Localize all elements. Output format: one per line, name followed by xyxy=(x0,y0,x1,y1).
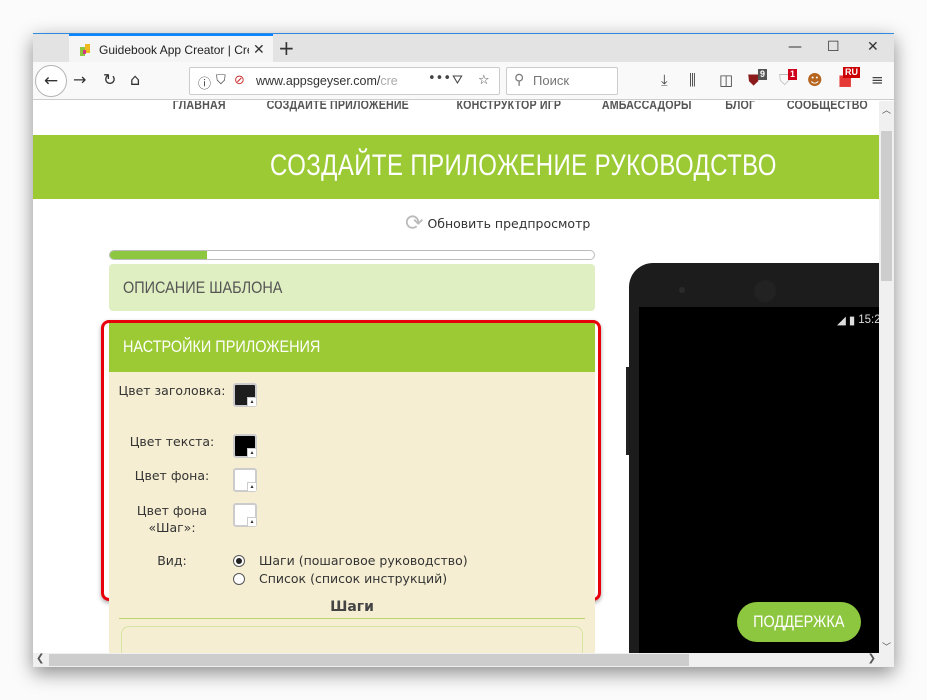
support-label: ПОДДЕРЖКА xyxy=(753,612,845,631)
view-option-list[interactable]: Список (список инструкций) xyxy=(233,571,447,586)
steps-box[interactable] xyxy=(121,626,583,655)
battery-icon: ▮ xyxy=(848,315,856,327)
url-text[interactable]: www.appsgeyser.com/cre xyxy=(256,74,398,88)
site-nav: ГЛАВНАЯ СОЗДАЙТЕ ПРИЛОЖЕНИЕ КОНСТРУКТОР … xyxy=(33,101,879,115)
info-icon[interactable]: ⓘ xyxy=(198,73,211,92)
browser-tab[interactable]: Guidebook App Creator | Creat ✕ xyxy=(69,34,273,63)
steps-title: Шаги xyxy=(330,599,374,615)
reload-button[interactable]: ↻ xyxy=(103,70,116,89)
sidebar-icon[interactable]: ◫ xyxy=(719,71,733,89)
scroll-up-icon[interactable]: ︿ xyxy=(882,103,891,116)
shield-badge: 1 xyxy=(788,69,798,80)
refresh-preview-button[interactable]: ⟳ Обновить предпросмотр xyxy=(405,211,590,236)
text-color-label: Цвет текста: xyxy=(129,434,215,449)
page-actions-icon[interactable]: ••• xyxy=(428,71,451,86)
search-icon: ⚲ xyxy=(514,72,525,88)
navigation-toolbar: ← → ↻ ⌂ ⓘ ⛉ ⊘ www.appsgeyser.com/cre •••… xyxy=(33,62,894,100)
close-tab-icon[interactable]: ✕ xyxy=(253,42,265,58)
search-bar[interactable]: ⚲ xyxy=(506,67,618,95)
app-settings-panel: НАСТРОЙКИ ПРИЛОЖЕНИЯ Цвет заголовка: ▴ Ц… xyxy=(109,320,595,596)
home-button[interactable]: ⌂ xyxy=(130,70,140,89)
phone-preview: ◢ ▮ 15:21 xyxy=(626,263,879,655)
back-button[interactable]: ← xyxy=(35,65,67,97)
favicon-icon xyxy=(78,43,92,57)
horizontal-scroll-thumb[interactable] xyxy=(49,654,689,666)
refresh-icon: ⟳ xyxy=(405,211,424,236)
phone-status-bar: ◢ ▮ 15:21 xyxy=(837,313,879,327)
template-description-section[interactable]: ОПИСАНИЕ ШАБЛОНА xyxy=(109,264,595,311)
nav-create-app[interactable]: СОЗДАЙТЕ ПРИЛОЖЕНИЕ xyxy=(267,101,409,115)
nav-community[interactable]: СООБЩЕСТВО xyxy=(787,101,868,115)
tab-title: Guidebook App Creator | Creat xyxy=(99,42,249,57)
hero-banner: СОЗДАЙТЕ ПРИЛОЖЕНИЕ РУКОВОДСТВО xyxy=(33,135,879,199)
picker-arrow-icon: ▴ xyxy=(247,517,256,526)
page-title: СОЗДАЙТЕ ПРИЛОЖЕНИЕ РУКОВОДСТВО xyxy=(270,149,777,182)
download-icon[interactable]: ⤓ xyxy=(661,71,668,89)
section-title: ОПИСАНИЕ ШАБЛОНА xyxy=(123,278,283,297)
steps-divider xyxy=(119,618,585,619)
step-background-color-label: Цвет фона «Шаг»: xyxy=(136,503,208,535)
menu-icon[interactable]: ≡ xyxy=(871,71,884,89)
header-color-label: Цвет заголовка: xyxy=(118,383,226,398)
radio-list[interactable] xyxy=(233,572,245,585)
phone-speaker xyxy=(754,280,776,302)
scroll-down-icon[interactable]: ﹀ xyxy=(882,640,891,653)
translate-badge: RU xyxy=(843,67,860,78)
picker-arrow-icon: ▴ xyxy=(247,482,256,491)
scroll-right-icon[interactable]: ❯ xyxy=(868,653,876,664)
nav-game-builder[interactable]: КОНСТРУКТОР ИГР xyxy=(456,101,561,115)
maximize-button[interactable]: ☐ xyxy=(827,39,840,55)
tracking-shield-icon[interactable]: ⛉ xyxy=(216,73,226,88)
browser-window: Guidebook App Creator | Creat ✕ + — ☐ ✕ … xyxy=(33,33,894,667)
nav-home[interactable]: ГЛАВНАЯ xyxy=(172,101,225,115)
vertical-scroll-thumb[interactable] xyxy=(881,131,892,281)
insecure-lock-icon[interactable]: ⊘ xyxy=(234,73,245,88)
picker-arrow-icon: ▴ xyxy=(247,448,256,457)
phone-side-button xyxy=(626,367,629,455)
view-option-list-label: Список (список инструкций) xyxy=(259,571,448,586)
background-color-label: Цвет фона: xyxy=(134,468,210,483)
progress-fill xyxy=(110,251,207,259)
radio-steps[interactable] xyxy=(233,554,245,567)
background-color-picker[interactable]: ▴ xyxy=(233,468,257,492)
view-option-steps-label: Шаги (пошаговое руководство) xyxy=(259,553,468,568)
scroll-left-icon[interactable]: ❮ xyxy=(36,653,44,664)
header-color-picker[interactable]: ▴ xyxy=(233,383,257,407)
phone-time: 15:21 xyxy=(858,314,879,326)
progress-bar xyxy=(109,250,595,260)
nav-ambassadors[interactable]: АМБАССАДОРЫ xyxy=(602,101,692,115)
app-settings-header[interactable]: НАСТРОЙКИ ПРИЛОЖЕНИЯ xyxy=(109,320,595,372)
url-bar[interactable]: ⓘ ⛉ ⊘ www.appsgeyser.com/cre ••• ⛛ ☆ xyxy=(189,67,500,95)
settings-title: НАСТРОЙКИ ПРИЛОЖЕНИЯ xyxy=(123,337,321,356)
close-window-button[interactable]: ✕ xyxy=(867,39,879,55)
tab-bar: Guidebook App Creator | Creat ✕ + — ☐ ✕ xyxy=(33,33,894,63)
tampermonkey-icon[interactable]: ☻ xyxy=(807,71,823,89)
text-color-picker[interactable]: ▴ xyxy=(233,434,257,458)
horizontal-scrollbar[interactable]: ❮ ❯ xyxy=(33,653,894,667)
page-content: ГЛАВНАЯ СОЗДАЙТЕ ПРИЛОЖЕНИЕ КОНСТРУКТОР … xyxy=(33,101,879,655)
pocket-icon[interactable]: ⛛ xyxy=(452,73,463,88)
picker-arrow-icon: ▴ xyxy=(247,397,256,406)
signal-icon: ◢ xyxy=(837,315,846,327)
support-button[interactable]: ПОДДЕРЖКА xyxy=(737,602,861,642)
step-background-color-picker[interactable]: ▴ xyxy=(233,503,257,527)
ublock-badge: 9 xyxy=(758,69,768,80)
refresh-preview-label: Обновить предпросмотр xyxy=(427,216,591,231)
forward-button[interactable]: → xyxy=(73,70,86,89)
new-tab-button[interactable]: + xyxy=(278,36,295,60)
vertical-scrollbar[interactable]: ︿ ﹀ xyxy=(879,101,894,655)
phone-camera xyxy=(679,287,685,293)
library-icon[interactable]: ⫼ xyxy=(689,71,696,89)
view-label: Вид: xyxy=(157,553,187,568)
nav-blog[interactable]: БЛОГ xyxy=(725,101,755,115)
steps-section: Шаги xyxy=(109,596,595,655)
minimize-button[interactable]: — xyxy=(788,39,802,55)
search-input[interactable] xyxy=(533,73,613,88)
bookmark-star-icon[interactable]: ☆ xyxy=(478,73,490,88)
view-option-steps[interactable]: Шаги (пошаговое руководство) xyxy=(233,553,468,568)
